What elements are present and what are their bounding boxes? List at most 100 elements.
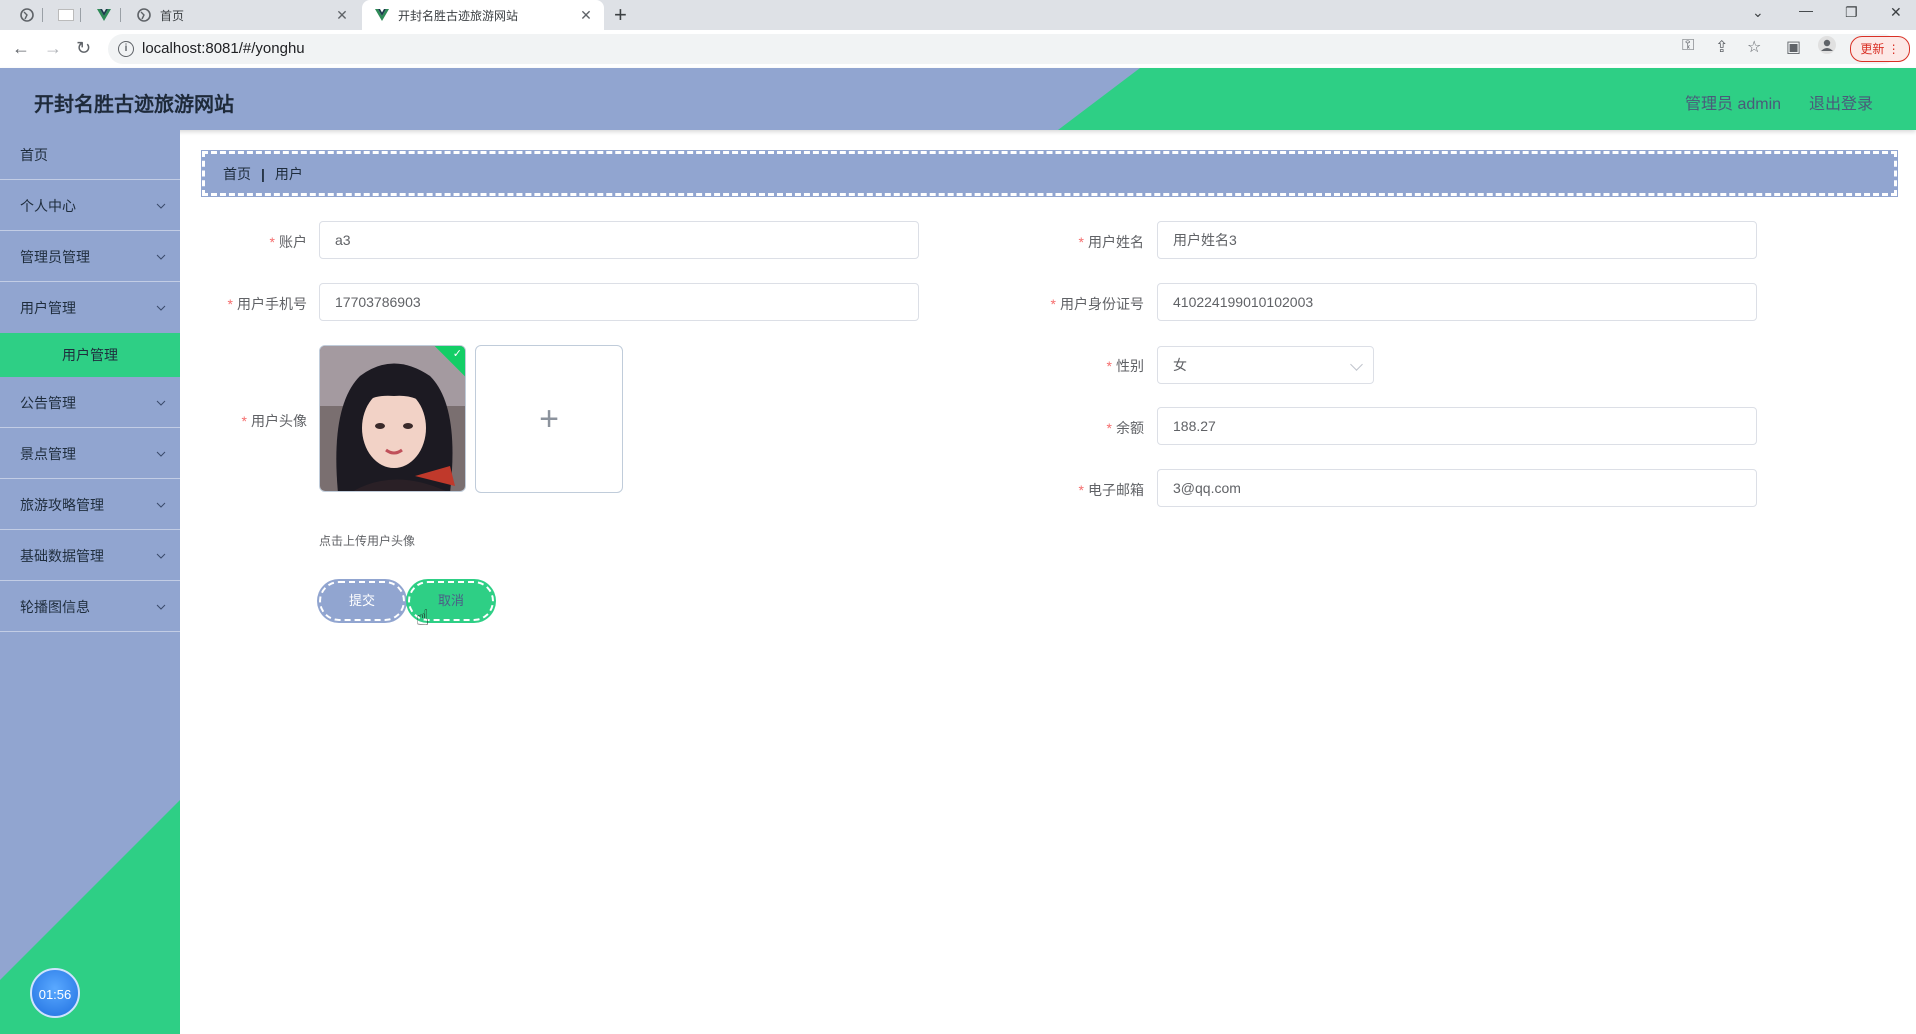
sidebar-item-announcement-management[interactable]: 公告管理 [0,378,180,428]
new-tab-icon[interactable]: + [614,3,627,27]
back-arrow-icon[interactable]: ← [12,38,30,58]
browser-toolbar: ← → ↻ i localhost:8081/#/yonghu ⚿ ⇪ ☆ ▣ … [0,30,1916,69]
email-input[interactable]: 3@qq.com [1157,469,1757,507]
breadcrumb-current: 用户 [274,165,303,182]
chevron-down-icon [156,604,166,610]
sidebar-subitem-user-management[interactable]: 用户管理 [0,333,180,377]
gender-select[interactable]: 女 [1157,346,1374,384]
globe-icon [136,7,152,23]
hand-cursor-icon: ☝ [416,605,430,630]
submit-button[interactable]: 提交 [319,581,405,621]
tab-close-icon[interactable]: ✕ [334,7,350,24]
side-panel-icon[interactable]: ▣ [1786,37,1801,57]
pinned-tab-globe[interactable] [16,5,38,25]
blank-page-icon [58,9,74,21]
chevron-down-icon [156,254,166,260]
avatar-portrait [320,346,465,491]
address-bar[interactable]: i localhost:8081/#/yonghu [108,34,1898,64]
tab-active-site[interactable]: 开封名胜古迹旅游网站 ✕ [362,0,604,30]
pinned-tab-page[interactable] [55,5,77,25]
tab-separator [80,8,81,22]
sidebar-item-carousel-info[interactable]: 轮播图信息 [0,582,180,632]
sidebar-item-label: 管理员管理 [20,248,90,265]
forward-arrow-icon[interactable]: → [44,38,62,58]
chevron-down-icon [156,502,166,508]
required-mark: * [227,296,233,312]
required-mark: * [269,234,275,250]
tab-title: 开封名胜古迹旅游网站 [398,8,519,23]
sidebar-item-scenic-management[interactable]: 景点管理 [0,429,180,479]
minimize-icon[interactable]: — [1799,2,1813,18]
timer-badge[interactable]: 01:56 [30,968,80,1018]
update-button[interactable]: 更新 ⋮ [1850,36,1910,62]
key-icon[interactable]: ⚿ [1682,37,1694,55]
url-text: localhost:8081/#/yonghu [142,40,305,57]
restore-icon[interactable]: ❐ [1845,4,1858,21]
sidebar-item-home[interactable]: 首页 [0,130,180,180]
globe-icon [20,8,34,22]
name-label: * 用户姓名 [1078,234,1144,250]
browser-tab-bar: 首页 ✕ 开封名胜古迹旅游网站 ✕ + ⌄ — ❐ ✕ [0,0,1916,30]
required-mark: * [1106,358,1112,374]
sidebar-item-label: 首页 [20,146,48,163]
breadcrumb-separator: | [261,165,265,182]
share-icon[interactable]: ⇪ [1715,37,1728,57]
update-label: 更新 [1860,42,1885,56]
breadcrumb: 首页 | 用户 [201,150,1898,197]
tab-home[interactable]: 首页 ✕ [124,0,360,30]
breadcrumb-home[interactable]: 首页 [223,164,251,184]
header-green-accent [1058,68,1916,130]
tab-separator [42,8,43,22]
sidebar-item-basic-data-management[interactable]: 基础数据管理 [0,531,180,581]
logout-link[interactable]: 退出登录 [1809,90,1873,114]
chevron-down-icon [156,203,166,209]
gender-select-value: 女 [1173,357,1187,373]
avatar-upload-button[interactable]: + [475,345,623,493]
tab-separator [120,8,121,22]
close-window-icon[interactable]: ✕ [1890,4,1902,21]
tab-close-icon[interactable]: ✕ [578,7,594,24]
sidebar-item-personal-center[interactable]: 个人中心 [0,181,180,231]
avatar-label: * 用户头像 [241,413,307,429]
sidebar-item-label: 基础数据管理 [20,547,104,564]
account-label: * 账户 [269,234,307,250]
required-mark: * [1050,296,1056,312]
idcard-input[interactable]: 410224199010102003 [1157,283,1757,321]
site-title: 开封名胜古迹旅游网站 [34,94,234,116]
required-mark: * [1078,482,1084,498]
sidebar-item-user-management[interactable]: 用户管理 [0,283,180,333]
chevron-down-icon [156,400,166,406]
profile-icon[interactable] [1817,35,1837,60]
tab-title: 首页 [160,8,185,23]
sidebar-item-label: 旅游攻略管理 [20,496,104,513]
sidebar-item-label: 用户管理 [20,300,76,316]
sidebar-item-travel-guide-management[interactable]: 旅游攻略管理 [0,480,180,530]
sidebar-item-label: 公告管理 [20,394,76,411]
reload-icon[interactable]: ↻ [76,38,91,58]
sidebar: 首页 个人中心 管理员管理 用户管理 用户管理 公告管理 景点管理 旅游攻略管理… [0,130,180,1034]
vue-logo-icon [97,9,111,21]
account-input[interactable]: a3 [319,221,919,259]
star-icon[interactable]: ☆ [1747,37,1761,57]
chevron-up-icon [156,305,166,311]
sidebar-item-admin-management[interactable]: 管理员管理 [0,232,180,282]
balance-label: * 余额 [1106,420,1144,436]
sidebar-item-label: 景点管理 [20,445,76,462]
chevron-down-icon [1350,358,1363,371]
required-mark: * [1078,234,1084,250]
chevron-down-icon [156,553,166,559]
sidebar-item-label: 个人中心 [20,197,76,214]
vue-logo-icon [374,7,390,23]
required-mark: * [241,413,247,429]
pinned-tab-vue[interactable] [93,5,115,25]
admin-label: 管理员 admin [1685,96,1782,113]
name-input[interactable]: 用户姓名3 [1157,221,1757,259]
balance-input[interactable]: 188.27 [1157,407,1757,445]
site-info-icon[interactable]: i [118,41,134,57]
avatar-image[interactable]: ✓ [319,345,466,492]
phone-input[interactable]: 17703786903 [319,283,919,321]
tab-search-chevron-icon[interactable]: ⌄ [1752,4,1764,21]
app-header: 开封名胜古迹旅游网站 管理员 admin 退出登录 [0,68,1916,130]
check-icon: ✓ [452,348,462,360]
required-mark: * [1106,420,1112,436]
